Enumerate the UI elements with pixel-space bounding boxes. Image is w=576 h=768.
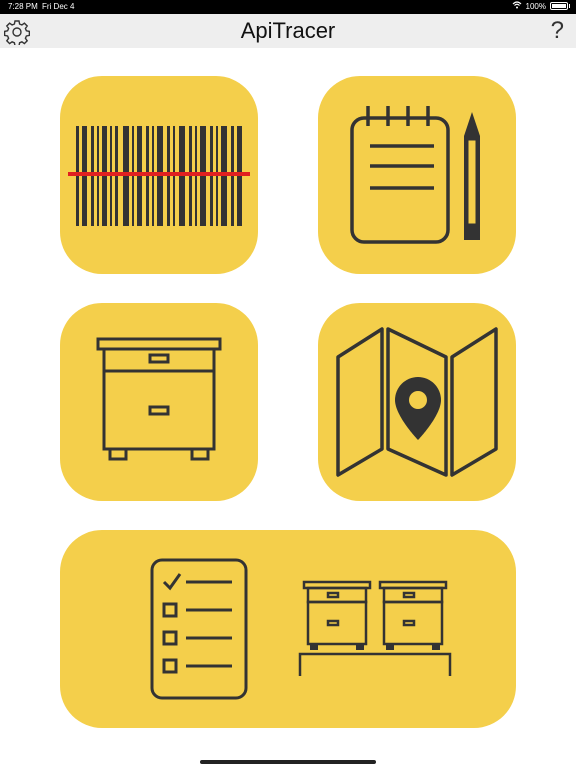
status-date: Fri Dec 4 — [42, 2, 75, 11]
battery-icon — [550, 2, 568, 10]
wifi-icon — [512, 1, 522, 11]
barcode-scan-tile[interactable] — [60, 76, 258, 274]
beehive-icon — [96, 337, 222, 461]
navigation-bar: ApiTracer ? — [0, 14, 576, 48]
battery-percent: 100% — [525, 1, 546, 11]
checklist-hives-icon — [150, 558, 452, 700]
status-right: 100% — [512, 1, 570, 11]
inspection-tile[interactable] — [60, 530, 516, 728]
barcode-icon — [68, 126, 250, 226]
app-title: ApiTracer — [240, 18, 336, 43]
home-indicator[interactable] — [200, 760, 376, 764]
map-tile[interactable] — [318, 303, 516, 501]
notes-tile[interactable] — [318, 76, 516, 274]
hives-tile[interactable] — [60, 303, 258, 501]
map-pin-icon — [336, 327, 498, 477]
notepad-pencil-icon — [350, 106, 480, 244]
help-button[interactable]: ? — [551, 17, 564, 45]
status-time: 7:28 PM — [8, 2, 38, 11]
status-bar: 7:28 PM Fri Dec 4 100% — [0, 0, 576, 14]
